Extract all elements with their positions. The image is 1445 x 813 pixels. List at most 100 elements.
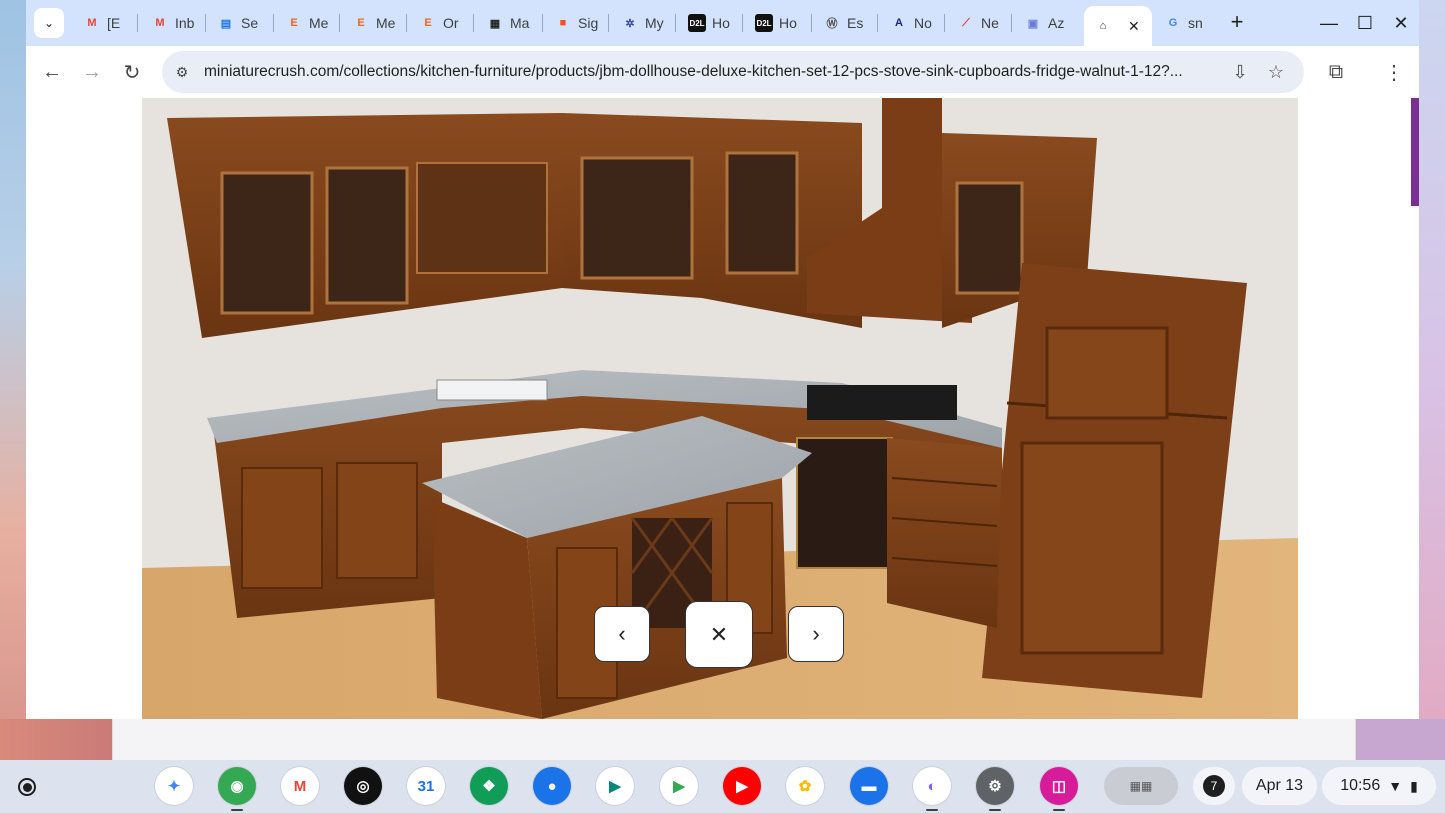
wallpaper-left — [0, 0, 26, 760]
tab-label: No — [914, 15, 932, 31]
tab-6[interactable]: E Or — [409, 8, 471, 38]
tab-search-button[interactable]: ⌄ — [34, 8, 64, 38]
chevron-right-icon: › — [812, 621, 820, 646]
desk-preview[interactable]: ▦▦ — [1104, 767, 1178, 805]
app-grid-app-button[interactable]: ❖ — [470, 767, 508, 805]
tab-label: Ne — [981, 15, 999, 31]
background-page-strip — [112, 719, 1356, 760]
tab-4[interactable]: E Me — [275, 8, 337, 38]
play-store-app-button[interactable]: ▶ — [660, 767, 698, 805]
tab-13[interactable]: A No — [880, 8, 942, 38]
maximize-button[interactable]: ☐ — [1350, 10, 1380, 36]
calendar-icon: 31 — [417, 777, 435, 795]
bookmark-star-icon[interactable]: ☆ — [1264, 60, 1288, 84]
puzzle-icon: ⧉ — [1328, 60, 1344, 83]
meet-icon: ▶ — [609, 778, 621, 795]
tab-17[interactable]: Gsn — [1154, 8, 1216, 38]
tab-9[interactable]: ✲ My — [611, 8, 673, 38]
tab-label: Me — [376, 15, 396, 31]
play-store-icon: ▶ — [673, 778, 685, 795]
tab-separator — [273, 14, 274, 32]
open-indicator — [231, 809, 243, 811]
tab-separator — [877, 14, 878, 32]
tab-label: Me — [309, 15, 329, 31]
tab-label: Az — [1048, 15, 1065, 31]
youtube-app-button[interactable]: ▶ — [723, 767, 761, 805]
tab-label: Inb — [175, 15, 195, 31]
chrome-app-button[interactable]: ◉ — [218, 767, 256, 811]
tab-3[interactable]: ▤ Se — [207, 8, 271, 38]
date-button[interactable]: Apr 13 — [1242, 767, 1317, 805]
arrow-right-icon: → — [82, 60, 102, 83]
menu-button[interactable]: ⋮ — [1380, 58, 1408, 86]
new-tab-button[interactable]: + — [1224, 9, 1250, 35]
tab-7[interactable]: ▦ Ma — [476, 8, 540, 38]
tab-separator — [675, 14, 676, 32]
files-app-button[interactable]: ▬ — [850, 767, 888, 805]
toolbar: ← → ↻ ⚙ miniaturecrush.com/collections/k… — [26, 46, 1419, 98]
tab-separator — [1011, 14, 1012, 32]
gmail-icon: M — [293, 777, 307, 795]
minimize-button[interactable]: — — [1314, 10, 1344, 36]
tab-10[interactable]: D2L Ho — [678, 8, 740, 38]
wallpaper-right — [1419, 0, 1445, 760]
gemini-app-button[interactable]: ✦ — [155, 767, 193, 805]
tab-separator — [811, 14, 812, 32]
launcher-button[interactable] — [12, 772, 42, 802]
tab-label: Ho — [779, 15, 797, 31]
tab-separator — [944, 14, 945, 32]
tab-12[interactable]: Ⓦ Es — [813, 8, 875, 38]
audiobook-app-button[interactable]: ◎ — [344, 767, 382, 805]
status-tray[interactable]: 10:56 ▼ ▮ — [1322, 767, 1436, 805]
screenshot-app-app-button[interactable]: ◫ — [1040, 767, 1078, 811]
messages-app-button[interactable]: ● — [533, 767, 571, 805]
gallery-prev-button[interactable]: ‹ — [594, 606, 650, 662]
extensions-button[interactable]: ⧉ — [1322, 58, 1350, 86]
tab-15[interactable]: ▣ Az — [1014, 8, 1076, 38]
files-icon: ▬ — [861, 777, 877, 795]
signature-icon: Ⓦ — [826, 18, 838, 30]
launcher-icon — [18, 778, 36, 796]
tab-separator — [742, 14, 743, 32]
tab-16[interactable]: ⌂ ✕ — [1084, 6, 1152, 46]
notification-badge[interactable]: 7 — [1193, 767, 1235, 805]
maximize-icon: ☐ — [1356, 12, 1374, 33]
scrollbar-thumb[interactable] — [1411, 98, 1419, 206]
tab-8[interactable]: ■ Sig — [544, 8, 606, 38]
copilot-app-button[interactable]: ◐ — [913, 767, 951, 811]
tab-separator — [542, 14, 543, 32]
tab-11[interactable]: D2L Ho — [745, 8, 809, 38]
site-info-icon[interactable]: ⚙ — [172, 62, 192, 82]
url-text[interactable]: miniaturecrush.com/collections/kitchen-f… — [204, 63, 1214, 81]
close-icon: ✕ — [709, 621, 729, 647]
pinwheel-icon: ✲ — [625, 17, 635, 30]
back-button[interactable]: ← — [38, 58, 66, 86]
google-icon: G — [1168, 17, 1178, 29]
close-window-button[interactable]: ✕ — [1386, 10, 1416, 36]
tab-14[interactable]: ⟋ Ne — [947, 8, 1009, 38]
close-tab-icon[interactable]: ✕ — [1128, 18, 1140, 35]
photos-icon: ✿ — [798, 778, 812, 795]
tab-5[interactable]: E Me — [342, 8, 404, 38]
tab-separator — [406, 14, 407, 32]
colorful-store-icon: ▦ — [489, 17, 501, 30]
youtube-icon: ▶ — [736, 778, 748, 795]
chrome-icon: ◉ — [230, 778, 244, 795]
calendar-app-button[interactable]: 31 — [407, 767, 445, 805]
gallery-close-button[interactable]: ✕ — [685, 601, 753, 668]
gallery-next-button[interactable]: › — [788, 606, 844, 662]
settings-app-button[interactable]: ⚙ — [976, 767, 1014, 811]
gmail-app-button[interactable]: M — [281, 767, 319, 805]
tab-strip: ⌄ M [E M Inb ▤ Se E Me E Me E Or ▦ Ma ■ Sig ✲ My D2L Ho D2L H… — [26, 0, 1419, 46]
tab-label: Ho — [712, 15, 730, 31]
install-app-icon[interactable]: ⇩ — [1228, 60, 1252, 84]
open-indicator — [989, 809, 1001, 811]
reload-button[interactable]: ↻ — [118, 58, 146, 86]
photos-app-button[interactable]: ✿ — [786, 767, 824, 805]
address-bar[interactable]: ⚙ miniaturecrush.com/collections/kitchen… — [162, 51, 1304, 93]
desk-thumbnail-icon: ▦▦ — [1129, 779, 1153, 793]
tab-1[interactable]: M [E — [73, 8, 135, 38]
forward-button[interactable]: → — [78, 58, 106, 86]
meet-app-button[interactable]: ▶ — [596, 767, 634, 805]
tab-2[interactable]: M Inb — [141, 8, 203, 38]
